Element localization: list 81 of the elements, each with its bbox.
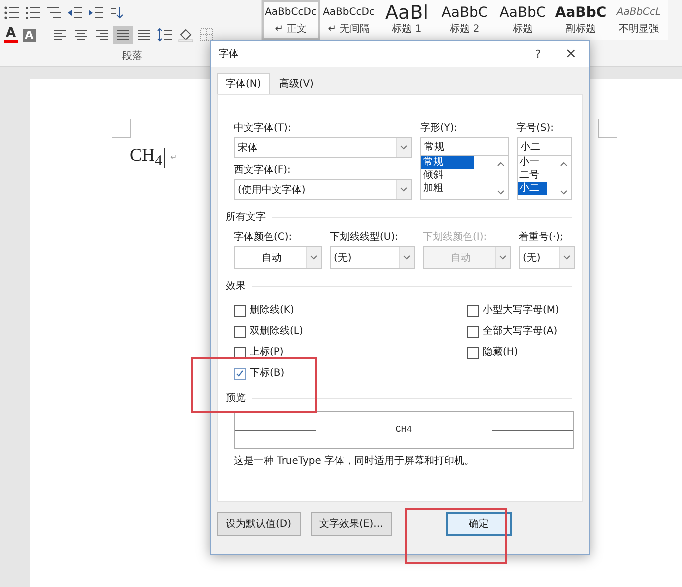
chevron-down-icon (496, 190, 505, 195)
chevron-up-icon (496, 162, 505, 167)
decrease-indent-icon[interactable] (67, 6, 83, 20)
align-icon[interactable] (52, 28, 68, 42)
margin-corner-mark (112, 119, 131, 138)
list-option[interactable]: 加粗 (421, 182, 474, 195)
dropdown[interactable]: 自动 (234, 246, 322, 269)
chevron-down-icon (563, 255, 571, 260)
group-label: 段落 (122, 50, 142, 63)
align-icon[interactable] (136, 28, 152, 42)
dialog-tab[interactable]: 高级(V) (270, 73, 323, 94)
dropdown[interactable]: (无) (519, 246, 575, 269)
style-gallery-item[interactable]: AaBl 标题 1 (378, 0, 436, 40)
dialog-tab[interactable]: 字体(N) (217, 73, 270, 94)
font-color-button[interactable]: A (4, 27, 18, 43)
checkbox[interactable]: 上标(P) (234, 345, 467, 360)
chevron-down-icon (499, 255, 507, 260)
multilevel-list-icon[interactable] (46, 6, 62, 20)
sort-icon[interactable] (109, 6, 125, 20)
checkmark-icon (235, 368, 245, 378)
field-label: 字形(Y): (420, 122, 459, 136)
bullet-list-icon[interactable] (4, 6, 20, 20)
dropdown[interactable]: (无) (330, 246, 415, 269)
dialog-button[interactable]: 设为默认值(D) (217, 512, 301, 536)
field-label: 字号(S): (516, 122, 556, 136)
chevron-down-icon (310, 255, 318, 260)
paragraph-mark: ↵ (170, 153, 178, 162)
section-heading: 预览 (226, 392, 246, 405)
style-gallery-item[interactable]: AaBbC 副标题 (552, 0, 610, 40)
align-icon[interactable] (72, 28, 89, 42)
list-option[interactable]: 二号 (518, 169, 548, 182)
western-font-dropdown[interactable]: (使用中文字体) (234, 179, 412, 200)
numbered-list-icon[interactable] (25, 6, 41, 20)
increase-indent-icon[interactable] (88, 6, 104, 20)
style-gallery-item[interactable]: AaBbCcL 不明显强 (610, 0, 668, 40)
chevron-up-icon (560, 162, 568, 167)
field-label: 下划线线型(U): (330, 230, 400, 245)
checkbox[interactable]: 删除线(K) (234, 303, 467, 318)
font-info-text: 这是一种 TrueType 字体，同时适用于屏幕和打印机。 (234, 454, 476, 468)
field-label: 下划线颜色(I): (423, 230, 488, 245)
paint-bucket-icon[interactable] (178, 28, 194, 42)
chinese-font-dropdown[interactable]: 宋体 (234, 137, 412, 158)
dialog-button[interactable]: 确定 (446, 512, 512, 536)
field-label: 西文字体(F): (234, 164, 292, 178)
field-label: 中文字体(T): (234, 122, 292, 136)
help-button[interactable]: ? (535, 48, 542, 60)
checkbox[interactable]: 全部大写字母(A) (467, 324, 560, 339)
align-icon[interactable] (114, 28, 131, 42)
chevron-down-icon (400, 187, 408, 192)
chevron-down-icon (400, 145, 408, 150)
line-spacing-icon[interactable] (156, 28, 173, 42)
document-text: CH$_{4}$ (130, 145, 163, 171)
field-label: 着重号(·); (519, 230, 564, 245)
dialog-button[interactable]: 文字效果(E)... (310, 512, 392, 536)
field-label: 字体颜色(C): (234, 230, 294, 245)
font-size-field[interactable]: 小二 (516, 137, 572, 156)
section-heading: 所有文字 (226, 210, 266, 224)
align-icon[interactable] (94, 28, 110, 42)
list-option[interactable]: 小二 (518, 182, 548, 195)
preview-text: CH4 (394, 425, 414, 435)
list-option[interactable]: 常规 (421, 156, 474, 169)
style-gallery-item[interactable]: AaBbCcDc ↵ 正文 (262, 0, 320, 40)
checkbox[interactable]: 双删除线(L) (234, 324, 467, 339)
text-cursor (164, 148, 165, 168)
borders-icon[interactable] (198, 28, 215, 42)
dialog-title: 字体 (219, 48, 240, 61)
chevron-down-icon (560, 190, 568, 195)
section-heading: 效果 (226, 280, 246, 293)
checkbox[interactable]: 隐藏(H) (467, 345, 560, 360)
list-option[interactable]: 小一 (518, 156, 548, 169)
font-style-field[interactable]: 常规 (420, 137, 509, 156)
list-option[interactable]: 倾斜 (421, 169, 474, 182)
close-button[interactable]: × (565, 46, 577, 62)
character-shading-button[interactable]: A (23, 28, 36, 42)
checkbox[interactable]: 下标(B) (234, 366, 467, 381)
checkbox[interactable]: 小型大写字母(M) (467, 303, 560, 318)
margin-corner-mark (598, 119, 617, 138)
style-gallery-item[interactable]: AaBbCcDc ↵ 无间隔 (320, 0, 378, 40)
style-gallery-item[interactable]: AaBbC 标题 2 (436, 0, 494, 40)
style-gallery-item[interactable]: AaBbC 标题 (494, 0, 552, 40)
chevron-down-icon (403, 255, 411, 260)
